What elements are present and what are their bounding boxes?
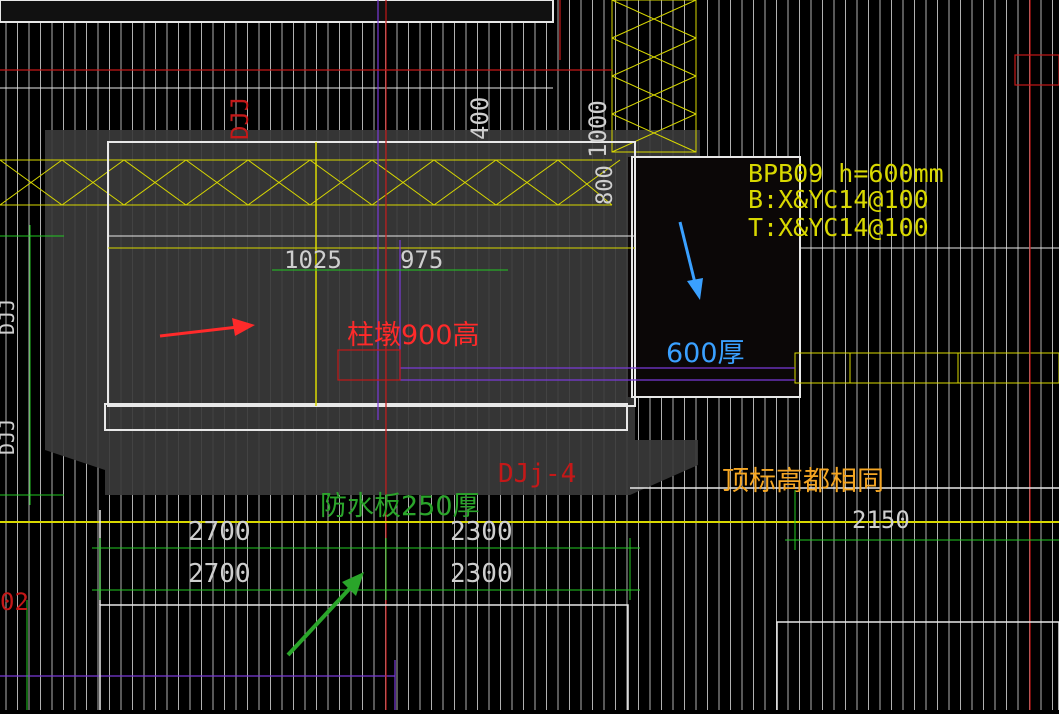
dim-red-vertical: DJJ — [226, 97, 254, 140]
slab-label-line2: B:X&YC14@100 — [748, 185, 929, 214]
dim-975: 975 — [400, 246, 443, 274]
annotation-waterproof-slab: 防水板250厚 — [320, 491, 480, 522]
dim-800-vertical: 800 — [593, 165, 618, 205]
dim-djj-left-vertical: DJJ — [0, 299, 19, 335]
green-arrow — [286, 572, 364, 657]
annotation-thickness: 600厚 — [666, 338, 745, 369]
dim-2700-row2: 2700 — [188, 559, 251, 589]
annotation-column-pier: 柱墩900高 — [347, 320, 480, 351]
yellow-truss-vertical — [611, 0, 697, 153]
label-djj4: DJj-4 — [498, 459, 576, 489]
dim-2300-row2: 2300 — [450, 559, 513, 589]
dim-1025: 1025 — [284, 246, 342, 274]
cad-viewport: 1025 975 2700 2300 2700 2300 2150 400 10… — [0, 0, 1059, 713]
label-02-red: 02 — [0, 588, 29, 616]
dim-1000-vertical: 1000 — [584, 100, 612, 158]
dim-2150: 2150 — [852, 506, 910, 534]
cad-drawing-canvas[interactable]: 1025 975 2700 2300 2700 2300 2150 400 10… — [0, 0, 1059, 713]
dim-400-vertical: 400 — [466, 97, 494, 140]
top-beam-outline — [0, 0, 554, 23]
annotation-top-elevation: 顶标高都相同 — [722, 466, 884, 497]
dim-2700-row1: 2700 — [188, 517, 251, 547]
slab-label-line1: BPB09 h=600mm — [748, 159, 944, 188]
slab-label-line3: T:X&YC14@100 — [748, 213, 929, 242]
dim-djj-left-vertical-2: DJJ — [0, 419, 19, 455]
yellow-box-right-2 — [957, 352, 1059, 384]
